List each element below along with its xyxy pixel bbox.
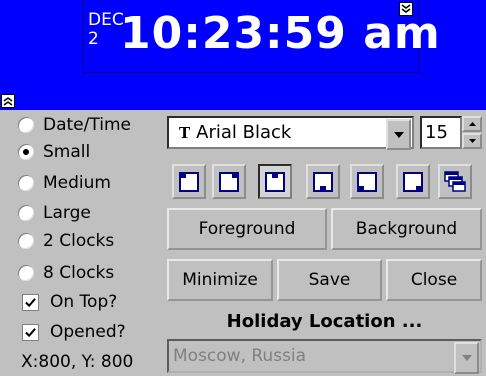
checkbox-opened[interactable]: Opened? [22,321,126,343]
font-size-down-button[interactable] [462,133,482,149]
font-select[interactable]: T Arial Black [167,116,414,150]
align-bottom-left-button[interactable] [306,164,340,199]
radio-small[interactable]: Small [18,141,90,163]
date-month: DEC [88,10,124,30]
cascade-windows-icon [444,170,466,192]
align-bottom-center-button[interactable] [350,164,384,199]
radio-circle [18,265,34,281]
radio-label: Medium [43,173,111,193]
save-button[interactable]: Save [277,259,382,301]
dropdown-arrow-icon [461,355,472,361]
align-top-left-icon [179,171,199,192]
collapse-chevron-down-icon[interactable] [399,2,413,16]
checkbox-on-top[interactable]: On Top? [22,291,117,313]
radio-label: Small [43,142,91,162]
align-top-right-button[interactable] [212,164,246,199]
align-top-right-icon [219,171,239,192]
radio-label: Date/Time [43,115,131,135]
radio-label: 8 Clocks [43,263,115,283]
align-bottom-left-icon [313,171,333,192]
radio-medium[interactable]: Medium [18,172,111,194]
radio-label: Large [43,203,91,223]
foreground-button[interactable]: Foreground [167,208,327,250]
radio-circle [18,233,34,249]
checkbox-label: Opened? [50,322,126,342]
checkbox-box [22,323,39,341]
date-day: 2 [88,29,99,49]
radio-circle [18,144,34,160]
radio-label: 2 Clocks [43,231,115,251]
checkmark-icon [25,327,36,337]
font-dropdown-button[interactable] [386,119,411,150]
close-button[interactable]: Close [386,259,482,301]
radio-date-time[interactable]: Date/Time [18,114,131,136]
expand-chevron-up-icon[interactable] [1,94,15,108]
holiday-location-select[interactable]: Moscow, Russia [167,339,482,374]
minimize-button[interactable]: Minimize [167,259,273,301]
checkbox-box [22,293,39,311]
radio-large[interactable]: Large [18,202,91,224]
align-bottom-right-icon [403,171,423,192]
background-button[interactable]: Background [331,208,482,250]
align-top-left-button[interactable] [172,164,206,199]
position-readout: X:800, Y: 800 [21,352,134,372]
dropdown-arrow-icon [393,131,404,138]
spin-up-icon [468,122,476,126]
align-top-center-icon [265,171,285,192]
cascade-windows-button[interactable] [438,164,472,199]
radio-selected-dot [23,149,29,155]
align-top-center-button[interactable] [258,164,292,199]
radio-8-clocks[interactable]: 8 Clocks [18,262,114,284]
radio-circle [18,117,34,133]
font-size-input[interactable]: 15 [420,116,462,149]
checkmark-icon [25,297,36,307]
font-name: Arial Black [196,122,292,143]
spin-down-icon [468,139,476,143]
holiday-location-value: Moscow, Russia [173,346,307,366]
checkbox-label: On Top? [50,292,118,312]
truetype-font-icon: T [179,123,191,142]
holiday-dropdown-button[interactable] [454,342,479,374]
radio-2-clocks[interactable]: 2 Clocks [18,230,114,252]
radio-circle [18,205,34,221]
holiday-location-title: Holiday Location ... [226,311,423,332]
align-bottom-right-button[interactable] [396,164,430,199]
font-size-up-button[interactable] [462,116,482,132]
clock-time: 10:23:59 am [120,8,441,59]
align-bottom-center-icon [357,171,377,192]
radio-circle [18,175,34,191]
